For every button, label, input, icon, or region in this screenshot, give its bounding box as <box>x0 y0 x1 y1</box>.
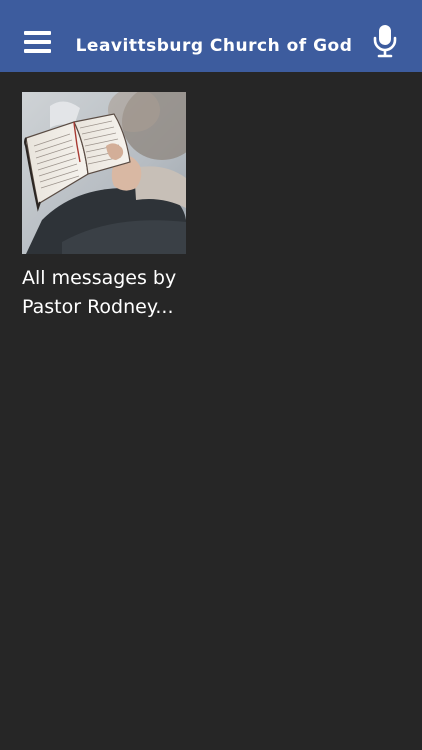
content-area: All messages by Pastor Rodney... <box>0 72 422 750</box>
hamburger-menu-icon-line <box>24 31 51 35</box>
message-series-card[interactable]: All messages by Pastor Rodney... <box>22 92 186 322</box>
app-screen: Leavittsburg Church of God All messages … <box>0 0 422 750</box>
app-title: Leavittsburg Church of God <box>75 36 353 56</box>
microphone-icon-svg <box>373 25 397 58</box>
menu-button[interactable] <box>18 22 58 58</box>
person-reading-bible-image <box>22 92 186 254</box>
message-series-title: All messages by Pastor Rodney... <box>22 267 177 318</box>
hamburger-menu-icon-line <box>24 40 51 44</box>
top-app-bar: Leavittsburg Church of God <box>0 0 422 72</box>
hamburger-menu-icon-line <box>24 49 51 53</box>
microphone-icon[interactable] <box>372 24 398 58</box>
